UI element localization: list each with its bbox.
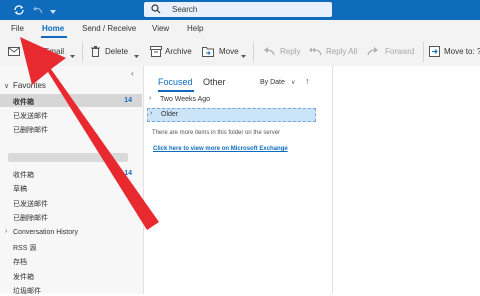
annotation-arrow-icon	[20, 37, 159, 230]
